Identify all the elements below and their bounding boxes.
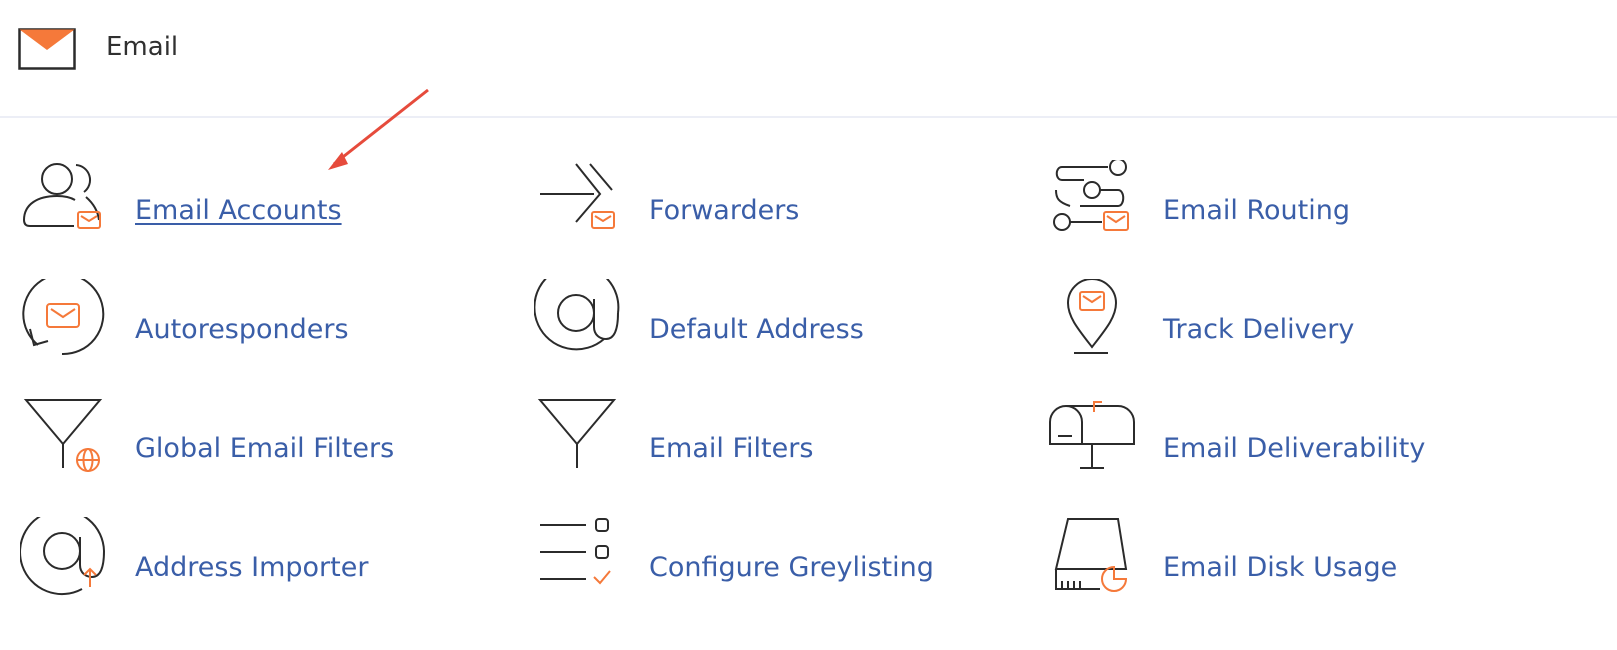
- tool-track-delivery[interactable]: Track Delivery: [1048, 279, 1568, 379]
- tool-forwarders[interactable]: Forwarders: [534, 160, 1054, 260]
- user-envelope-icon: [23, 163, 101, 229]
- tool-email-deliverability[interactable]: Email Deliverability: [1048, 398, 1568, 498]
- forward-arrow-envelope-icon: [540, 163, 615, 229]
- tool-label[interactable]: Global Email Filters: [135, 431, 394, 467]
- map-pin-envelope-icon: [1066, 279, 1118, 354]
- mailbox-icon: [1049, 401, 1135, 469]
- annotation-arrow-icon: [328, 88, 429, 170]
- tool-email-routing[interactable]: Email Routing: [1048, 160, 1568, 260]
- disk-usage-pie-icon: [1054, 518, 1128, 592]
- filter-funnel-icon: [537, 399, 617, 468]
- tool-email-filters[interactable]: Email Filters: [534, 398, 1054, 498]
- at-sign-import-icon: [20, 517, 105, 596]
- tool-label[interactable]: Email Filters: [649, 431, 813, 467]
- tool-label[interactable]: Autoresponders: [135, 312, 349, 348]
- tool-default-address[interactable]: Default Address: [534, 279, 1054, 379]
- tool-label[interactable]: Configure Greylisting: [649, 550, 934, 586]
- tool-label[interactable]: Email Disk Usage: [1163, 550, 1397, 586]
- tool-email-disk-usage[interactable]: Email Disk Usage: [1048, 517, 1568, 617]
- tool-label[interactable]: Forwarders: [649, 193, 799, 229]
- email-section-header: Email: [0, 0, 1617, 118]
- autoresponder-cycle-icon: [22, 279, 105, 356]
- tool-address-importer[interactable]: Address Importer: [20, 517, 540, 617]
- checklist-icon: [540, 518, 611, 585]
- tool-label[interactable]: Address Importer: [135, 550, 368, 586]
- tool-label[interactable]: Email Deliverability: [1163, 431, 1425, 467]
- tool-label[interactable]: Track Delivery: [1163, 312, 1354, 348]
- tool-configure-greylisting[interactable]: Configure Greylisting: [534, 517, 1054, 617]
- tool-label[interactable]: Email Routing: [1163, 193, 1350, 229]
- filter-globe-icon: [23, 399, 103, 472]
- tool-email-accounts[interactable]: Email Accounts: [20, 160, 540, 260]
- section-title: Email: [106, 32, 179, 62]
- tool-label[interactable]: Default Address: [649, 312, 864, 348]
- tool-autoresponders[interactable]: Autoresponders: [20, 279, 540, 379]
- routing-icon: [1053, 160, 1129, 231]
- tool-global-email-filters[interactable]: Global Email Filters: [20, 398, 540, 498]
- tool-label[interactable]: Email Accounts: [135, 193, 342, 229]
- at-sign-icon: [534, 279, 620, 351]
- envelope-icon: [18, 28, 76, 70]
